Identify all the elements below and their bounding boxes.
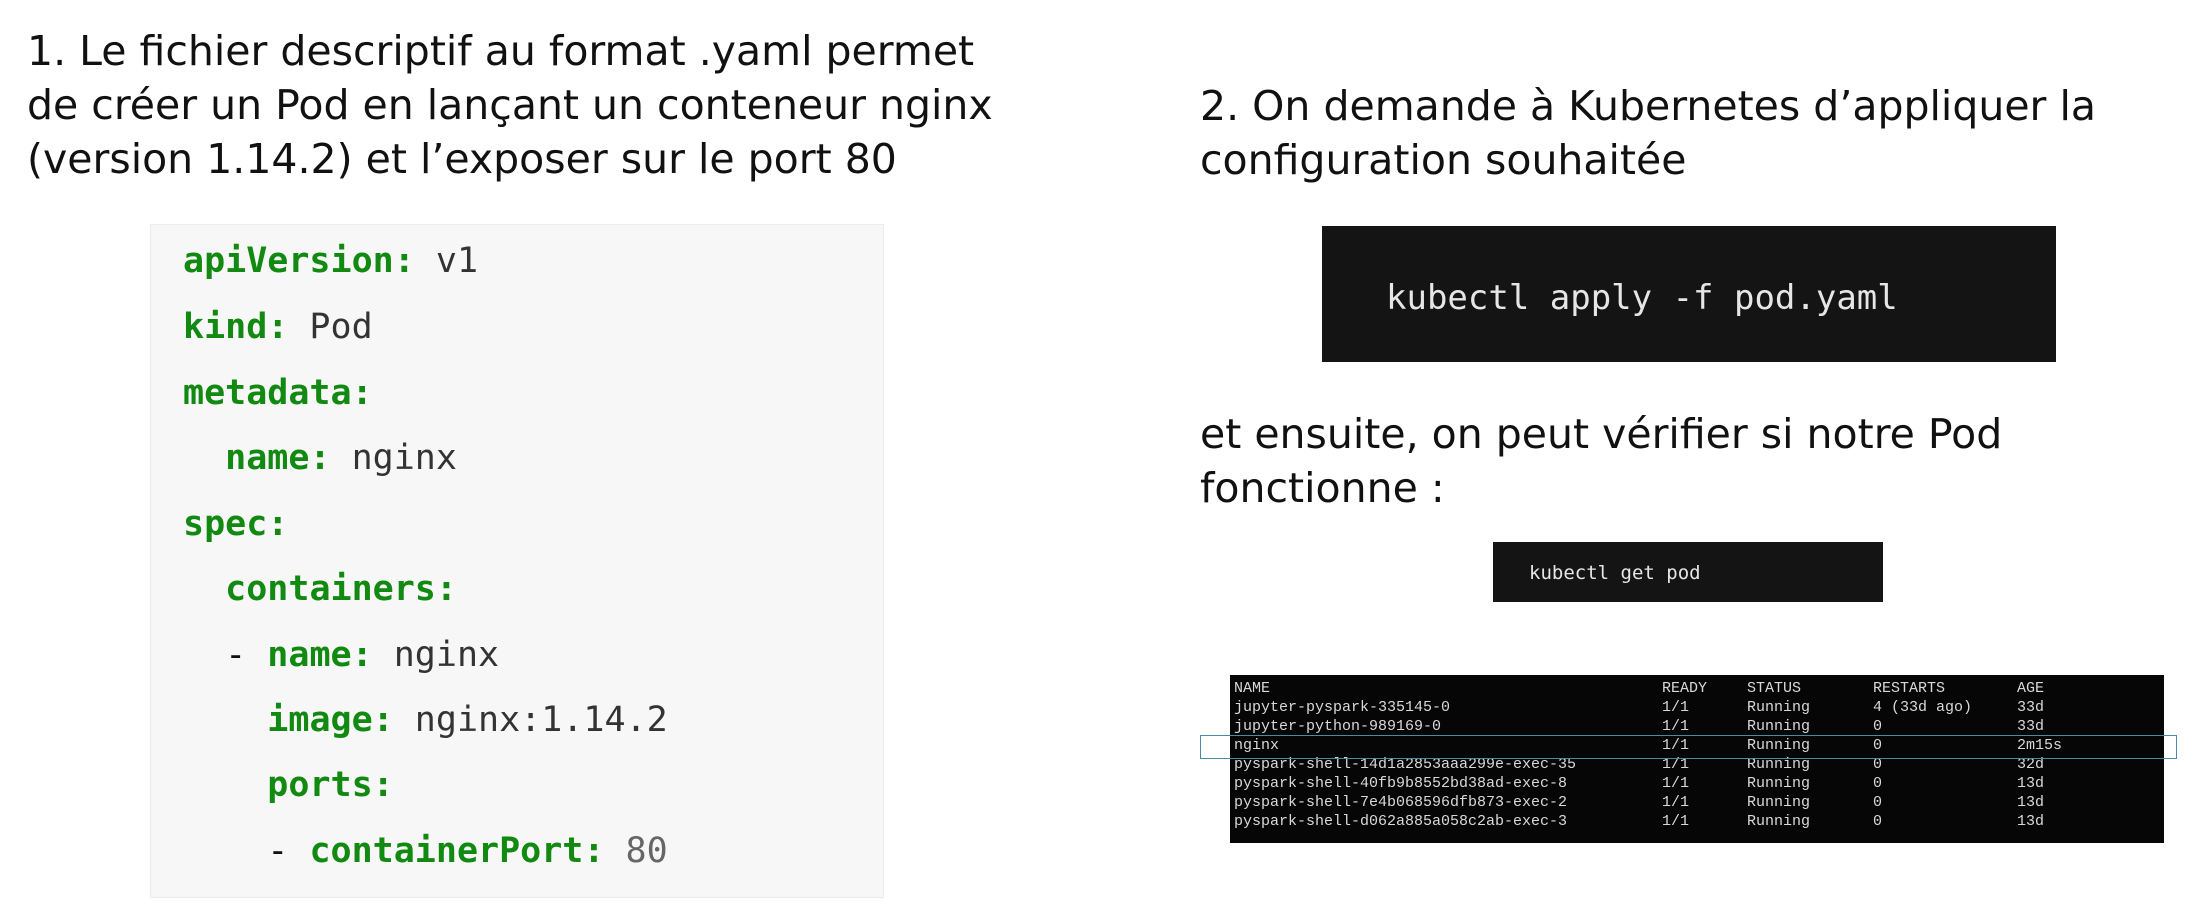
yaml-line: containers: <box>225 569 457 609</box>
header-cell: NAME <box>1234 680 1271 697</box>
header-cell: STATUS <box>1747 680 1802 697</box>
pod-status: Running <box>1747 737 1811 754</box>
pod-ready: 1/1 <box>1662 699 1690 716</box>
header-cell: READY <box>1662 680 1708 697</box>
step2-line: 2. On demande à Kubernetes d’appliquer l… <box>1200 82 2096 130</box>
pod-name: pyspark-shell-14d1a2853aaa299e-exec-35 <box>1234 756 1577 773</box>
pod-name: jupyter-python-989169-0 <box>1234 718 1442 735</box>
pod-name: nginx <box>1234 737 1280 754</box>
step3-line: et ensuite, on peut vérifier si notre Po… <box>1200 410 2003 458</box>
pod-ready: 1/1 <box>1662 737 1690 754</box>
pod-status: Running <box>1747 775 1811 792</box>
apply-command-block: kubectl apply -f pod.yaml <box>1322 226 2056 362</box>
pod-name: pyspark-shell-40fb9b8552bd38ad-exec-8 <box>1234 775 1568 792</box>
header-cell: RESTARTS <box>1873 680 1946 697</box>
pod-ready: 1/1 <box>1662 813 1690 830</box>
yaml-line: - name: nginx <box>183 635 500 675</box>
table-row-nginx: nginx 1/1 Running 0 2m15s <box>1230 736 2164 755</box>
pod-restarts: 0 <box>1873 775 1883 792</box>
pod-age: 13d <box>2017 813 2045 830</box>
pod-ready: 1/1 <box>1662 756 1690 773</box>
pod-restarts: 0 <box>1873 813 1883 830</box>
pod-restarts: 0 <box>1873 794 1883 811</box>
pod-age: 13d <box>2017 775 2045 792</box>
pod-list-terminal: NAME READY STATUS RESTARTS AGE jupyter-p… <box>1230 675 2164 843</box>
pod-age: 13d <box>2017 794 2045 811</box>
step1-line: (version 1.14.2) et l’exposer sur le por… <box>27 135 897 183</box>
pod-status: Running <box>1747 699 1811 716</box>
step1-line: 1. Le fichier descriptif au format .yaml… <box>27 27 975 75</box>
step2-heading: 2. On demande à Kubernetes d’appliquer l… <box>1200 79 2096 187</box>
yaml-line: apiVersion: v1 <box>183 241 479 281</box>
pod-status: Running <box>1747 794 1811 811</box>
table-row: pyspark-shell-d062a885a058c2ab-exec-3 1/… <box>1230 812 2164 831</box>
yaml-line: image: nginx:1.14.2 <box>267 700 668 740</box>
pod-name: jupyter-pyspark-335145-0 <box>1234 699 1451 716</box>
table-row: jupyter-pyspark-335145-0 1/1 Running 4 (… <box>1230 698 2164 717</box>
pod-ready: 1/1 <box>1662 775 1690 792</box>
pod-restarts: 0 <box>1873 756 1883 773</box>
table-row: pyspark-shell-7e4b068596dfb873-exec-2 1/… <box>1230 793 2164 812</box>
pod-status: Running <box>1747 813 1811 830</box>
get-pod-command-block: kubectl get pod <box>1493 542 1883 602</box>
yaml-code-block: apiVersion: v1 kind: Pod metadata: name:… <box>150 224 884 898</box>
pod-age: 33d <box>2017 699 2045 716</box>
step3-heading: et ensuite, on peut vérifier si notre Po… <box>1200 407 2002 515</box>
pod-ready: 1/1 <box>1662 718 1690 735</box>
table-row: jupyter-python-989169-0 1/1 Running 0 33… <box>1230 717 2164 736</box>
yaml-line: kind: Pod <box>183 307 373 347</box>
table-header-row: NAME READY STATUS RESTARTS AGE <box>1230 679 2164 698</box>
step1-line: de créer un Pod en lançant un conteneur … <box>27 81 993 129</box>
table-row: pyspark-shell-14d1a2853aaa299e-exec-35 1… <box>1230 755 2164 774</box>
step1-heading: 1. Le fichier descriptif au format .yaml… <box>27 24 993 186</box>
pod-name: pyspark-shell-7e4b068596dfb873-exec-2 <box>1234 794 1568 811</box>
yaml-line: spec: <box>183 504 289 544</box>
pod-ready: 1/1 <box>1662 794 1690 811</box>
pod-restarts: 4 (33d ago) <box>1873 699 1973 716</box>
step2-line: configuration souhaitée <box>1200 136 1687 184</box>
pod-age: 32d <box>2017 756 2045 773</box>
yaml-line: - containerPort: 80 <box>183 831 668 871</box>
yaml-line: name: nginx <box>225 438 457 478</box>
pod-status: Running <box>1747 718 1811 735</box>
pod-status: Running <box>1747 756 1811 773</box>
step3-line: fonctionne : <box>1200 464 1445 512</box>
pod-age: 2m15s <box>2017 737 2063 754</box>
yaml-line: metadata: <box>183 373 373 413</box>
pod-restarts: 0 <box>1873 718 1883 735</box>
header-cell: AGE <box>2017 680 2045 697</box>
pod-age: 33d <box>2017 718 2045 735</box>
pod-restarts: 0 <box>1873 737 1883 754</box>
pod-name: pyspark-shell-d062a885a058c2ab-exec-3 <box>1234 813 1568 830</box>
table-row: pyspark-shell-40fb9b8552bd38ad-exec-8 1/… <box>1230 774 2164 793</box>
yaml-line: ports: <box>267 765 394 805</box>
